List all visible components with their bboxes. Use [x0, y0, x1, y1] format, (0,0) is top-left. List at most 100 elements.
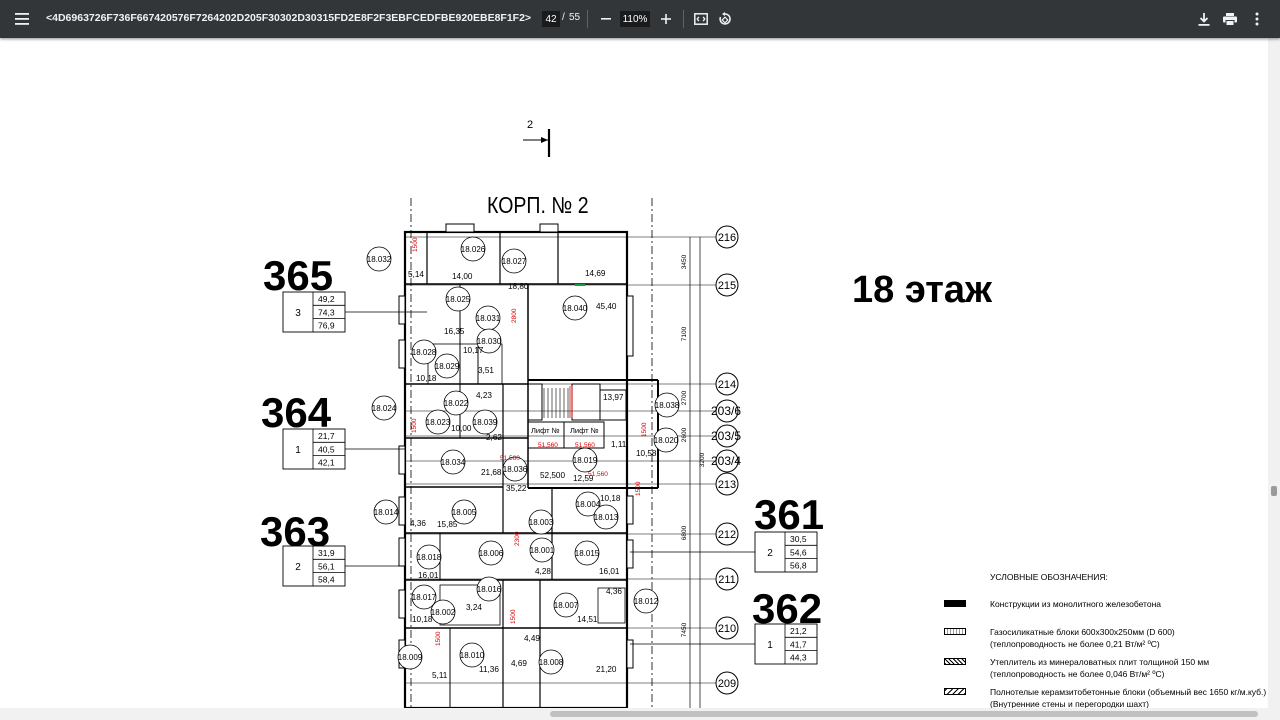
room-id: 18.009	[398, 653, 423, 662]
zoom-level-input[interactable]: 110%	[620, 11, 650, 27]
room-id: 18.029	[435, 362, 460, 371]
room-marker: 18.029	[434, 353, 460, 379]
room-id: 18.008	[539, 658, 564, 667]
room-area: 45,40	[596, 302, 617, 311]
room-area: 5,14	[408, 270, 424, 279]
grid-axis-label: 203/5	[711, 429, 741, 443]
page-total: 55	[569, 12, 581, 23]
legend-swatch	[944, 628, 966, 635]
pdf-toolbar: <4D6963726F736F667420576F7264202D205F303…	[0, 0, 1280, 38]
toolbar-divider	[587, 10, 588, 28]
room-area: 13,97	[603, 393, 624, 402]
horizontal-scroll-thumb[interactable]	[550, 711, 1258, 717]
room-area: 14,69	[585, 269, 606, 278]
grid-axis-bubble: 215	[715, 273, 739, 297]
apartment-area: 44,3	[790, 653, 807, 663]
more-vert-icon[interactable]	[1244, 6, 1270, 32]
grid-axis-label: 203/4	[711, 454, 741, 468]
legend-swatch	[944, 658, 966, 665]
room-id: 18.038	[655, 401, 680, 410]
elevation-mark: 1500	[412, 237, 419, 252]
apartment-rooms: 1	[295, 445, 301, 456]
apartment-area: 76,9	[318, 321, 335, 331]
room-id: 18.003	[529, 518, 554, 527]
room-id: 18.017	[412, 593, 437, 602]
dimension-label: 7450	[681, 622, 688, 637]
grid-axis-label: 203/6	[711, 404, 741, 418]
legend-title: УСЛОВНЫЕ ОБОЗНАЧЕНИЯ:	[990, 572, 1108, 582]
dimension-label: 6800	[681, 525, 688, 540]
zoom-in-icon[interactable]	[653, 6, 679, 32]
room-id: 18.019	[573, 456, 598, 465]
lift-label: Лифт №	[570, 426, 599, 435]
room-marker: 18.027	[501, 248, 527, 274]
floor-label: 18 этаж	[852, 269, 993, 311]
room-area: 10,58	[636, 449, 657, 458]
room-id: 18.024	[372, 404, 397, 413]
room-id: 18.001	[530, 546, 555, 555]
room-id: 18.039	[473, 418, 498, 427]
room-marker: 18.010	[459, 642, 485, 668]
pdf-page-viewer[interactable]: 2 КОРП. № 2 18 этаж 216 215 214 203/6 203/5 2…	[0, 38, 1268, 708]
apartment-rooms: 1	[767, 640, 773, 651]
zoom-out-icon[interactable]	[593, 6, 619, 32]
vertical-scroll-thumb[interactable]	[1271, 486, 1277, 496]
room-marker: 18.014	[373, 499, 399, 525]
room-id: 18.022	[444, 399, 469, 408]
elevation-mark: 51,560	[500, 455, 520, 462]
print-icon[interactable]	[1217, 6, 1243, 32]
legend-text: Конструкции из монолитного железобетона	[990, 599, 1162, 609]
apartment-rooms: 2	[295, 562, 301, 573]
apartment-area: 54,6	[790, 547, 807, 557]
grid-axis-label: 214	[718, 379, 736, 391]
room-id: 18.015	[575, 549, 600, 558]
apartment-number: 361	[754, 491, 824, 538]
elevation-mark: 1500	[435, 631, 442, 646]
legend-text: Полнотелые керамзитобетонные блоки (объе…	[990, 687, 1267, 697]
room-id: 18.007	[554, 601, 579, 610]
apartment-area: 56,1	[318, 561, 335, 571]
room-id: 18.026	[461, 245, 486, 254]
apartment-rooms: 2	[767, 548, 773, 559]
grid-axis-bubble: 203/6	[711, 399, 741, 423]
lift-label: Лифт №	[531, 426, 560, 435]
room-area: 14,00	[452, 272, 473, 281]
room-id: 18.016	[477, 585, 502, 594]
room-marker: 18.001	[529, 537, 555, 563]
room-area: 3,51	[478, 366, 494, 375]
room-marker: 18.023	[425, 409, 451, 435]
grid-axis-label: 213	[718, 479, 736, 491]
elevation-mark: 2300	[514, 531, 521, 546]
apartment-rooms: 3	[295, 308, 301, 319]
room-id: 18.014	[374, 508, 399, 517]
room-id: 18.013	[594, 513, 619, 522]
room-id: 18.012	[634, 597, 659, 606]
rotate-icon[interactable]	[712, 6, 738, 32]
grid-axis-bubble: 210	[715, 616, 739, 640]
room-id: 18.036	[503, 465, 528, 474]
horizontal-scrollbar[interactable]	[0, 708, 1268, 720]
elevation-mark: 1500	[510, 609, 517, 624]
page-number-input[interactable]: 42	[542, 11, 560, 27]
vertical-scrollbar[interactable]	[1268, 38, 1280, 720]
elevation-mark: 1500	[411, 418, 418, 433]
room-area: 52,500	[540, 471, 565, 480]
room-area: 4,49	[524, 634, 540, 643]
menu-icon[interactable]	[9, 6, 35, 32]
room-marker: 18.015	[574, 540, 600, 566]
room-area: 2,62	[486, 433, 502, 442]
legend-text: Газосиликатные блоки 600х300х250мм (D 60…	[990, 627, 1175, 637]
grid-axis-bubble: 216	[715, 225, 739, 249]
room-marker: 18.020	[653, 427, 679, 453]
room-id: 18.032	[367, 255, 392, 264]
room-marker: 18.025	[445, 286, 471, 312]
apartment-area: 56,8	[790, 561, 807, 571]
legend-swatch	[944, 688, 966, 695]
download-icon[interactable]	[1191, 6, 1217, 32]
page-separator: /	[562, 12, 565, 23]
room-id: 18.006	[479, 549, 504, 558]
room-marker: 18.022	[443, 390, 469, 416]
fit-page-icon[interactable]	[688, 6, 714, 32]
room-area: 10,00	[451, 424, 472, 433]
document-title: <4D6963726F736F667420576F7264202D205F303…	[46, 12, 532, 24]
